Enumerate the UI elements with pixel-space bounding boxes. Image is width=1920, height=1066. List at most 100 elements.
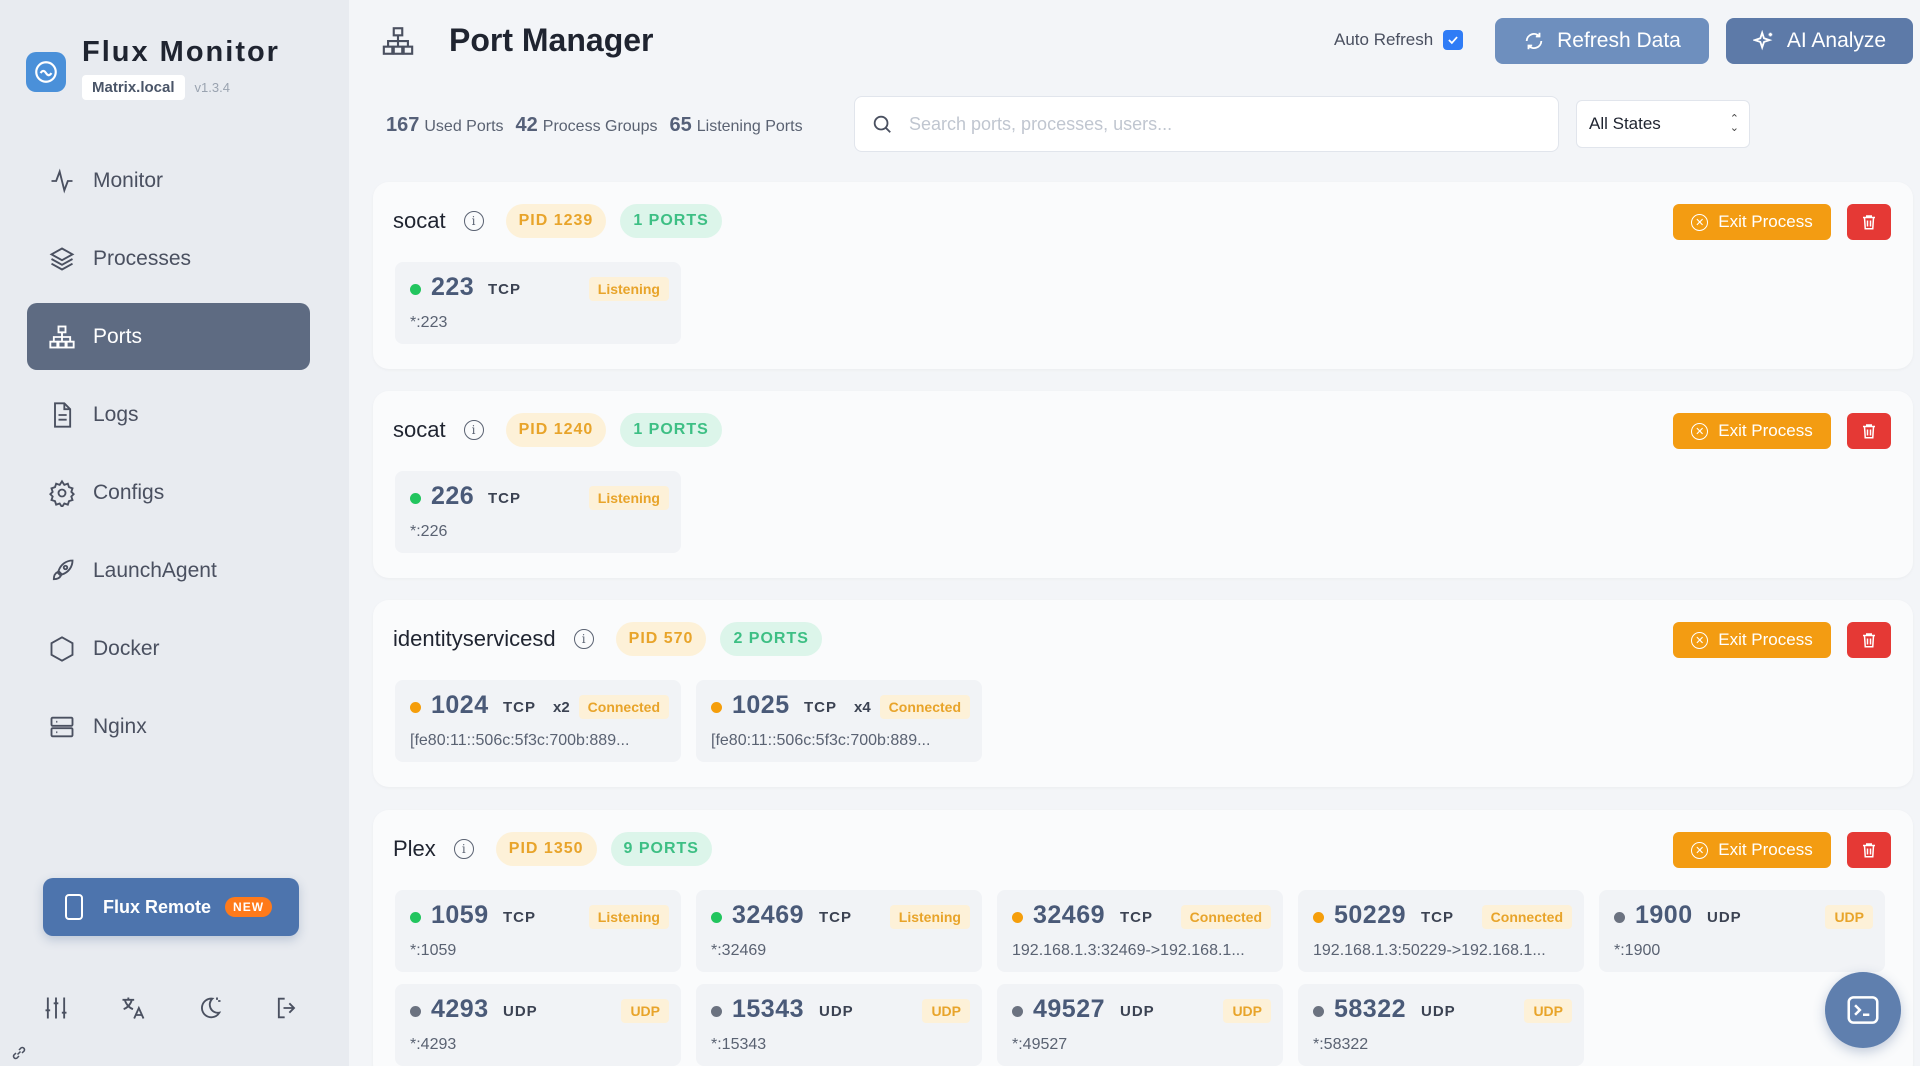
port-protocol: UDP bbox=[1120, 1003, 1155, 1020]
info-icon[interactable]: i bbox=[573, 629, 594, 649]
info-icon[interactable]: i bbox=[453, 839, 474, 859]
bottom-toolbar bbox=[40, 992, 348, 1024]
port-number: 1024 bbox=[431, 691, 489, 719]
port-protocol: UDP bbox=[1707, 909, 1742, 926]
sliders-icon[interactable] bbox=[40, 992, 72, 1024]
exit-process-button[interactable]: ✕ Exit Process bbox=[1673, 413, 1831, 449]
close-circle-icon: ✕ bbox=[1691, 422, 1709, 440]
port-grid: 223 TCP Listening *:223 bbox=[395, 262, 1915, 356]
port-item[interactable]: 223 TCP Listening *:223 bbox=[395, 262, 681, 344]
rocket-icon bbox=[47, 556, 77, 586]
theme-icon[interactable] bbox=[194, 992, 226, 1024]
port-item[interactable]: 49527 UDP UDP *:49527 bbox=[997, 984, 1283, 1066]
process-card: socat i PID 1239 1 PORTS ✕ Exit Process … bbox=[373, 182, 1913, 369]
port-item[interactable]: 1059 TCP Listening *:1059 bbox=[395, 890, 681, 972]
layers-icon bbox=[47, 244, 77, 274]
status-dot-icon bbox=[410, 284, 421, 295]
document-icon bbox=[47, 400, 77, 430]
port-item[interactable]: 1025 TCP x4 Connected [fe80:11::506c:5f3… bbox=[696, 680, 982, 762]
sidebar-item-logs[interactable]: Logs bbox=[27, 381, 310, 448]
status-dot-icon bbox=[410, 912, 421, 923]
refresh-icon bbox=[1525, 32, 1543, 50]
status-dot-icon bbox=[711, 912, 722, 923]
port-item[interactable]: 32469 TCP Connected 192.168.1.3:32469->1… bbox=[997, 890, 1283, 972]
process-header: Plex i PID 1350 9 PORTS bbox=[393, 832, 712, 866]
delete-button[interactable] bbox=[1847, 413, 1891, 449]
refresh-data-button[interactable]: Refresh Data bbox=[1495, 18, 1709, 64]
terminal-icon bbox=[1847, 996, 1879, 1024]
translate-icon[interactable] bbox=[117, 992, 149, 1024]
port-item[interactable]: 4293 UDP UDP *:4293 bbox=[395, 984, 681, 1066]
info-icon[interactable]: i bbox=[463, 420, 484, 440]
status-dot-icon bbox=[1012, 1006, 1023, 1017]
port-address: *:32469 bbox=[711, 942, 767, 959]
sidebar-item-nginx[interactable]: Nginx bbox=[27, 693, 310, 760]
port-grid: 1024 TCP x2 Connected [fe80:11::506c:5f3… bbox=[395, 680, 1915, 774]
auto-refresh-checkbox[interactable] bbox=[1443, 30, 1464, 50]
exit-process-button[interactable]: ✕ Exit Process bbox=[1673, 832, 1831, 868]
port-address: *:1900 bbox=[1614, 942, 1661, 959]
status-dot-icon bbox=[410, 702, 421, 713]
status-dot-icon bbox=[1012, 912, 1023, 923]
sidebar-item-docker[interactable]: Docker bbox=[27, 615, 310, 682]
port-number: 1059 bbox=[431, 901, 489, 929]
sidebar-item-configs[interactable]: Configs bbox=[27, 459, 310, 526]
delete-button[interactable] bbox=[1847, 832, 1891, 868]
info-icon[interactable]: i bbox=[463, 211, 484, 231]
process-card: Plex i PID 1350 9 PORTS ✕ Exit Process 1… bbox=[373, 810, 1913, 1066]
port-address: *:15343 bbox=[711, 1036, 767, 1053]
auto-refresh-toggle[interactable]: Auto Refresh bbox=[1334, 30, 1464, 50]
trash-icon bbox=[1863, 843, 1875, 858]
process-card: socat i PID 1240 1 PORTS ✕ Exit Process … bbox=[373, 391, 1913, 578]
exit-process-button[interactable]: ✕ Exit Process bbox=[1673, 622, 1831, 658]
sidebar-item-launchagent[interactable]: LaunchAgent bbox=[27, 537, 310, 604]
port-protocol: TCP bbox=[488, 281, 521, 298]
terminal-button[interactable] bbox=[1825, 972, 1901, 1048]
port-address: *:4293 bbox=[410, 1036, 457, 1053]
port-address: *:49527 bbox=[1012, 1036, 1068, 1053]
sidebar-item-label: Processes bbox=[93, 246, 192, 270]
status-dot-icon bbox=[711, 1006, 722, 1017]
port-item[interactable]: 226 TCP Listening *:226 bbox=[395, 471, 681, 553]
network-icon bbox=[47, 322, 77, 352]
port-number: 49527 bbox=[1033, 995, 1106, 1023]
sidebar-item-ports[interactable]: Ports bbox=[27, 303, 310, 370]
trash-icon bbox=[1863, 424, 1875, 439]
delete-button[interactable] bbox=[1847, 204, 1891, 240]
phone-icon bbox=[65, 894, 83, 920]
process-name: identityservicesd bbox=[393, 626, 556, 651]
search-input[interactable] bbox=[909, 113, 1509, 135]
port-item[interactable]: 32469 TCP Listening *:32469 bbox=[696, 890, 982, 972]
page-title: Port Manager bbox=[449, 22, 654, 58]
sidebar-item-label: Logs bbox=[93, 402, 139, 426]
logout-icon[interactable] bbox=[271, 992, 303, 1024]
ai-analyze-button[interactable]: AI Analyze bbox=[1726, 18, 1913, 64]
port-item[interactable]: 1900 UDP UDP *:1900 bbox=[1599, 890, 1885, 972]
port-number: 32469 bbox=[1033, 901, 1106, 929]
port-item[interactable]: 15343 UDP UDP *:15343 bbox=[696, 984, 982, 1066]
port-state-badge: Listening bbox=[588, 905, 669, 929]
brand: Flux Monitor Matrix.local v1.3.4 bbox=[26, 36, 280, 100]
sidebar-item-processes[interactable]: Processes bbox=[27, 225, 310, 292]
port-protocol: TCP bbox=[1120, 909, 1153, 926]
port-state-badge: UDP bbox=[1524, 999, 1572, 1023]
state-filter-select[interactable]: All States ⌃ ⌄ bbox=[1576, 100, 1750, 148]
port-protocol: TCP bbox=[503, 909, 536, 926]
ports-count-badge: 1 PORTS bbox=[620, 413, 722, 447]
port-item[interactable]: 1024 TCP x2 Connected [fe80:11::506c:5f3… bbox=[395, 680, 681, 762]
delete-button[interactable] bbox=[1847, 622, 1891, 658]
network-icon bbox=[382, 27, 414, 55]
listening-ports-count: 65 bbox=[669, 114, 692, 136]
exit-process-button[interactable]: ✕ Exit Process bbox=[1673, 204, 1831, 240]
port-address: *:1059 bbox=[410, 942, 457, 959]
main-content: Port Manager Auto Refresh Refresh Data A… bbox=[349, 0, 1920, 1066]
port-protocol: TCP bbox=[804, 699, 837, 716]
port-number: 50229 bbox=[1334, 901, 1407, 929]
sidebar-item-monitor[interactable]: Monitor bbox=[27, 147, 310, 214]
process-name: socat bbox=[393, 417, 446, 442]
flux-remote-button[interactable]: Flux Remote NEW bbox=[43, 878, 299, 936]
port-item[interactable]: 58322 UDP UDP *:58322 bbox=[1298, 984, 1584, 1066]
sidebar-item-label: Configs bbox=[93, 480, 165, 504]
search-icon bbox=[873, 115, 891, 133]
port-item[interactable]: 50229 TCP Connected 192.168.1.3:50229->1… bbox=[1298, 890, 1584, 972]
